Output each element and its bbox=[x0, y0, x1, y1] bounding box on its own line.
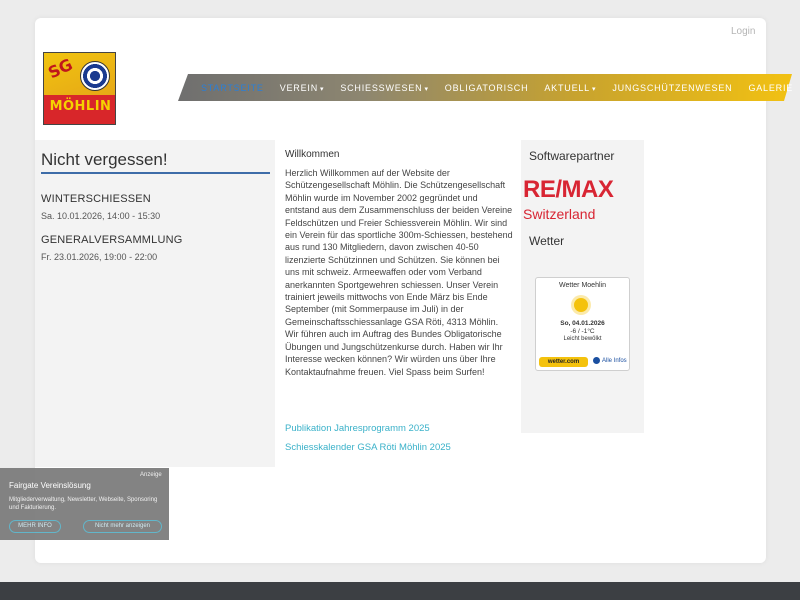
link-schiesskalender[interactable]: Schiesskalender GSA Röti Möhlin 2025 bbox=[285, 442, 451, 453]
weather-widget[interactable]: Wetter Moehlin So, 04.01.2026 -6 / -1°C … bbox=[535, 277, 630, 371]
nav-item-aktuell[interactable]: AKTUELL ▾ bbox=[544, 83, 596, 93]
nav-item-startseite[interactable]: STARTSEITE bbox=[201, 83, 264, 93]
weather-more-link[interactable]: Alle Infos bbox=[593, 357, 627, 364]
chevron-down-icon: ▾ bbox=[592, 85, 597, 93]
remax-logo-country: Switzerland bbox=[523, 206, 596, 222]
event-date: Fr. 23.01.2026, 19:00 - 22:00 bbox=[41, 252, 158, 262]
ad-banner: Anzeige Fairgate Vereinslösung Mitgliede… bbox=[0, 468, 169, 540]
logo-name-text: MÖHLIN bbox=[49, 99, 112, 114]
remax-logo[interactable]: RE/MAX Switzerland bbox=[523, 176, 641, 222]
remax-logo-name: RE/MAX bbox=[523, 176, 614, 203]
events-divider bbox=[41, 172, 270, 174]
nav-item-obligatorisch[interactable]: OBLIGATORISCH bbox=[445, 83, 529, 93]
chevron-down-icon: ▾ bbox=[320, 85, 325, 93]
event-title[interactable]: WINTERSCHIESSEN bbox=[41, 193, 151, 205]
nav-item-galerie[interactable]: GALERIE bbox=[748, 83, 793, 93]
partly-sunny-icon bbox=[574, 298, 588, 312]
ad-text: Mitgliederverwaltung, Newsletter, Websei… bbox=[9, 497, 158, 511]
link-jahresprogramm[interactable]: Publikation Jahresprogramm 2025 bbox=[285, 423, 430, 434]
ad-title: Fairgate Vereinslösung bbox=[9, 481, 91, 490]
ad-more-info-button[interactable]: MEHR INFO bbox=[9, 520, 61, 533]
softwarepartner-heading: Softwarepartner bbox=[529, 149, 615, 163]
footer-bar bbox=[0, 582, 800, 600]
weather-title: Wetter Moehlin bbox=[559, 282, 606, 289]
events-panel bbox=[35, 140, 275, 467]
events-title: Nicht vergessen! bbox=[41, 150, 168, 169]
wetter-com-logo[interactable]: wetter.com bbox=[539, 357, 588, 367]
welcome-text: Herzlich Willkommen auf der Website der … bbox=[285, 168, 513, 377]
nav-item-verein[interactable]: VEREIN ▾ bbox=[280, 83, 325, 93]
welcome-title: Willkommen bbox=[285, 149, 340, 160]
club-logo[interactable]: SG MÖHLIN bbox=[43, 52, 116, 125]
main-nav: STARTSEITE VEREIN ▾ SCHIESSWESEN ▾ OBLIGAT… bbox=[201, 74, 800, 101]
weather-temperature: -6 / -1°C bbox=[570, 328, 595, 335]
login-link[interactable]: Login bbox=[731, 26, 755, 37]
ad-hide-button[interactable]: Nicht mehr anzeigen bbox=[83, 520, 162, 533]
weather-date: So, 04.01.2026 bbox=[560, 320, 605, 327]
target-icon bbox=[80, 61, 110, 91]
weather-heading: Wetter bbox=[529, 234, 565, 248]
nav-item-schiesswesen[interactable]: SCHIESSWESEN ▾ bbox=[340, 83, 428, 93]
chevron-down-icon: ▾ bbox=[424, 85, 429, 93]
event-date: Sa. 10.01.2026, 14:00 - 15:30 bbox=[41, 211, 161, 221]
ad-label: Anzeige bbox=[140, 472, 162, 478]
info-icon bbox=[593, 357, 600, 364]
weather-condition: Leicht bewölkt bbox=[563, 336, 602, 342]
nav-item-jungschuetzenwesen[interactable]: JUNGSCHÜTZENWESEN bbox=[612, 83, 732, 93]
event-title[interactable]: GENERALVERSAMMLUNG bbox=[41, 234, 183, 246]
